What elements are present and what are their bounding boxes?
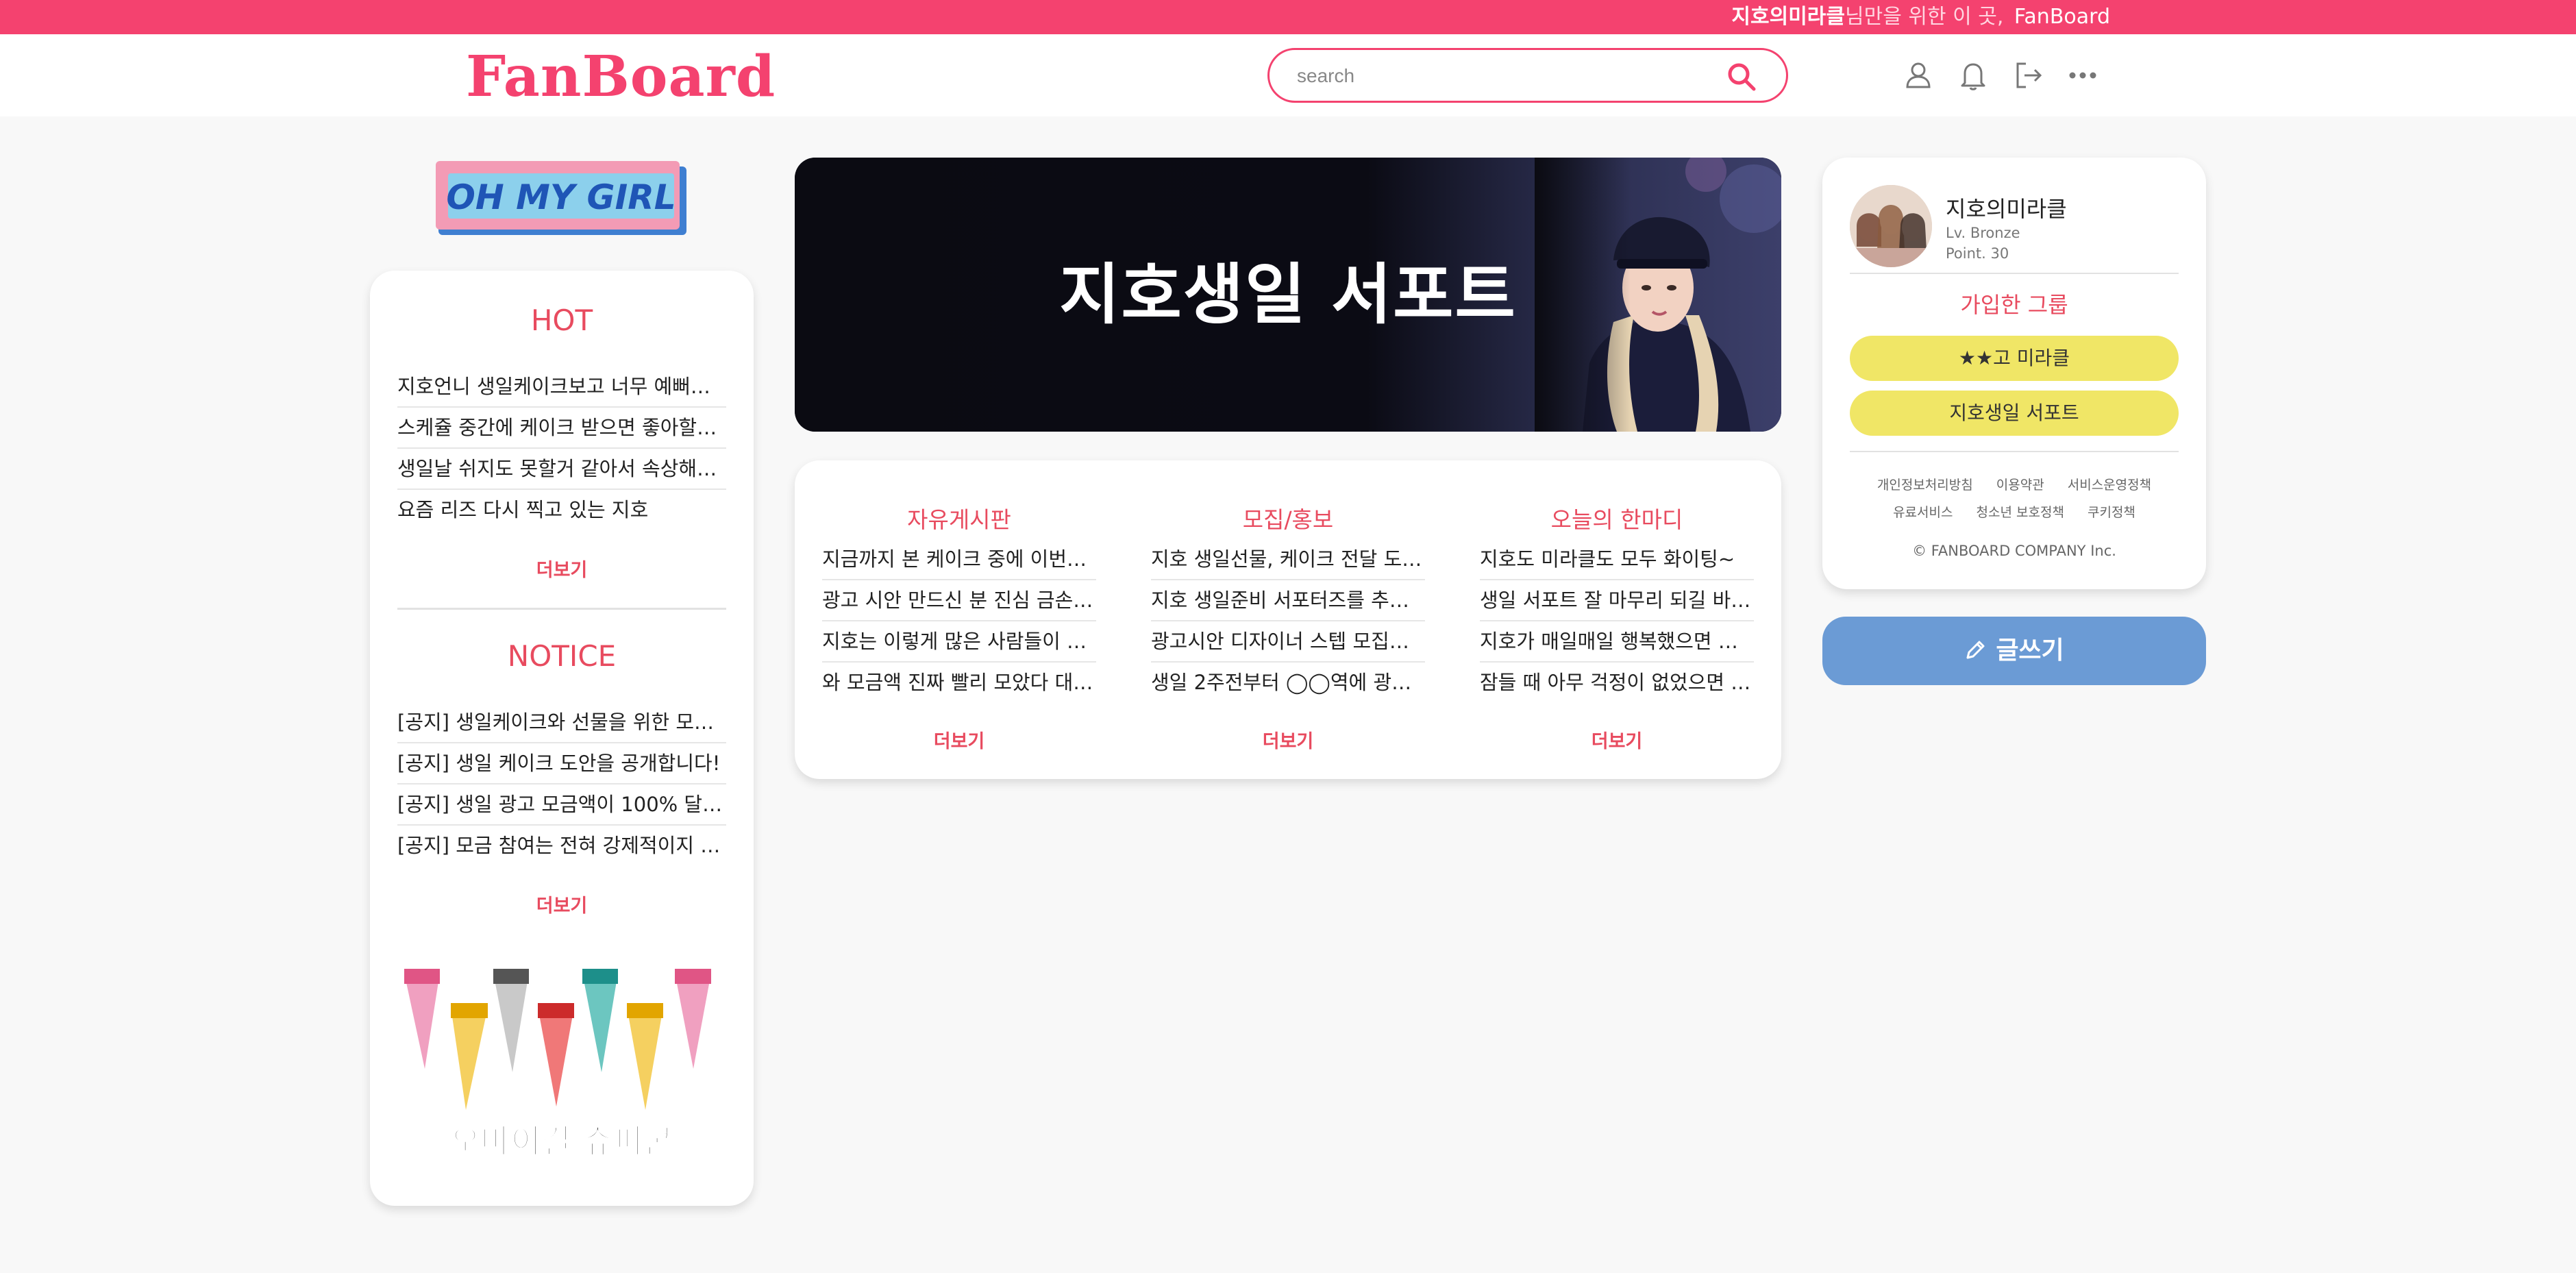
copyright: © FANBOARD COMPANY Inc.: [1912, 543, 2116, 559]
board-more-link[interactable]: 더보기: [1480, 726, 1754, 753]
main-banner[interactable]: 지호생일 서포트: [795, 158, 1781, 432]
group-logo[interactable]: OH MY GIRL: [436, 160, 689, 238]
profile-divider: [1850, 451, 2179, 452]
hot-item[interactable]: 지호언니 생일케이크보고 너무 예뻐서 놀랐어요: [397, 367, 726, 408]
footer-link-paid-service[interactable]: 유료서비스: [1893, 505, 1953, 520]
notice-item[interactable]: [공지] 생일케이크와 선물을 위한 모금을 진행합니다: [397, 702, 726, 743]
board-post-list: 지금까지 본 케이크 중에 이번이 최고예요 광고 시안 만드신 분 진심 금손…: [822, 539, 1096, 704]
welcome-message: 님만을 위한 이 곳,: [1845, 5, 2004, 29]
header: FanBoard: [0, 34, 2576, 116]
ad-image: 오마이걸 슈퍼콘: [397, 959, 726, 1178]
search-input[interactable]: [1297, 60, 1708, 92]
section-divider: [397, 608, 726, 610]
write-button-label: 글쓰기: [1996, 636, 2064, 665]
avatar-image: [1850, 185, 1932, 267]
footer-link-terms[interactable]: 이용약관: [1996, 478, 2044, 493]
hot-item[interactable]: 요즘 리즈 다시 찍고 있는 지호: [397, 490, 726, 531]
board-post-list: 지호도 미라클도 모두 화이팅~ 생일 서포트 잘 마무리 되길 바랍니다 지호…: [1480, 539, 1754, 704]
notice-item[interactable]: [공지] 생일 광고 모금액이 100% 달성되었습니다: [397, 784, 726, 826]
hot-more-link[interactable]: 더보기: [370, 555, 754, 582]
group-button-miracle[interactable]: ★★고 미라클: [1850, 336, 2179, 381]
profile-point: Point. 30: [1946, 245, 2009, 262]
footer-link-cookie-policy[interactable]: 쿠키정책: [2088, 505, 2135, 520]
board-post[interactable]: 지호는 이렇게 많은 사람들이 자기를 사랑하는 걸 알까요: [822, 621, 1096, 663]
top-banner-strip: 지호의미라클님만을 위한 이 곳, FanBoard: [0, 0, 2576, 34]
pencil-icon: [1966, 641, 1985, 659]
more-icon[interactable]: [2066, 58, 2100, 92]
bell-icon[interactable]: [1956, 58, 1990, 92]
footer-link-service-policy[interactable]: 서비스운영정책: [2068, 478, 2151, 493]
search-icon[interactable]: [1726, 61, 1757, 92]
avatar[interactable]: [1850, 185, 1932, 267]
footer-link-privacy[interactable]: 개인정보처리방침: [1877, 478, 1973, 493]
board-title[interactable]: 오늘의 한마디: [1480, 502, 1754, 534]
hot-list: 지호언니 생일케이크보고 너무 예뻐서 놀랐어요 스케쥴 중간에 케이크 받으면…: [397, 367, 726, 531]
board-post[interactable]: 생일 서포트 잘 마무리 되길 바랍니다: [1480, 580, 1754, 621]
boards-card: 자유게시판 지금까지 본 케이크 중에 이번이 최고예요 광고 시안 만드신 분…: [795, 460, 1781, 779]
board-post-list: 지호 생일선물, 케이크 전달 도와주실 분 지호 생일준비 서포터즈를 추가 …: [1151, 539, 1425, 704]
board-post[interactable]: 지호 생일준비 서포터즈를 추가 모집합니다: [1151, 580, 1425, 621]
board-post[interactable]: 광고 시안 만드신 분 진심 금손이세요: [822, 580, 1096, 621]
board-post[interactable]: 생일 2주전부터 ◯◯역에 광고가 걸립니다: [1151, 663, 1425, 704]
board-recruit: 모집/홍보 지호 생일선물, 케이크 전달 도와주실 분 지호 생일준비 서포터…: [1151, 460, 1425, 779]
search-bar: [1267, 48, 1788, 103]
board-more-link[interactable]: 더보기: [1151, 726, 1425, 753]
board-post[interactable]: 지호도 미라클도 모두 화이팅~: [1480, 539, 1754, 580]
board-free: 자유게시판 지금까지 본 케이크 중에 이번이 최고예요 광고 시안 만드신 분…: [822, 460, 1096, 779]
group-button-birthday-support[interactable]: 지호생일 서포트: [1850, 391, 2179, 436]
profile-name: 지호의미라클: [1946, 196, 2067, 222]
board-post[interactable]: 지호가 매일매일 행복했으면 좋겠어요: [1480, 621, 1754, 663]
group-logo-text: OH MY GIRL: [446, 177, 676, 217]
notice-item[interactable]: [공지] 모금 참여는 전혀 강제적이지 않습니다: [397, 826, 726, 867]
notice-title: NOTICE: [507, 639, 617, 673]
welcome-brand: FanBoard: [2014, 5, 2110, 29]
joined-groups-title: 가입한 그룹: [1960, 292, 2068, 318]
profile-level: Lv. Bronze: [1946, 225, 2020, 241]
logout-icon[interactable]: [2011, 58, 2045, 92]
board-post[interactable]: 와 모금액 진짜 빨리 모았다 대박이에요: [822, 663, 1096, 704]
profile-divider: [1850, 273, 2179, 274]
board-post[interactable]: 지금까지 본 케이크 중에 이번이 최고예요: [822, 539, 1096, 580]
welcome-nickname: 지호의미라클: [1731, 5, 1846, 29]
board-post[interactable]: 광고시안 디자이너 스텝 모집합니다: [1151, 621, 1425, 663]
ad-banner[interactable]: 오마이걸 슈퍼콘: [397, 959, 726, 1178]
write-button[interactable]: 글쓰기: [1822, 617, 2206, 685]
board-post[interactable]: 지호 생일선물, 케이크 전달 도와주실 분: [1151, 539, 1425, 580]
notice-item[interactable]: [공지] 생일 케이크 도안을 공개합니다!: [397, 743, 726, 784]
board-title[interactable]: 모집/홍보: [1151, 502, 1425, 534]
footer-link-youth-policy[interactable]: 청소년 보호정책: [1977, 505, 2064, 520]
hot-title: HOT: [530, 304, 593, 337]
ad-text: 오마이걸 슈퍼콘: [450, 1122, 673, 1161]
hot-item[interactable]: 스케쥴 중간에 케이크 받으면 좋아할까요?: [397, 408, 726, 449]
board-today: 오늘의 한마디 지호도 미라클도 모두 화이팅~ 생일 서포트 잘 마무리 되길…: [1480, 460, 1754, 779]
board-more-link[interactable]: 더보기: [822, 726, 1096, 753]
board-title[interactable]: 자유게시판: [822, 502, 1096, 534]
profile-card: 지호의미라클 Lv. Bronze Point. 30 가입한 그룹 ★★고 미…: [1822, 158, 2206, 589]
user-icon[interactable]: [1901, 58, 1935, 92]
site-logo[interactable]: FanBoard: [466, 44, 776, 110]
footer-links-row1: 개인정보처리방침 이용약관 서비스운영정책: [1850, 475, 2179, 493]
banner-title: 지호생일 서포트: [1059, 256, 1517, 333]
left-sidebar-card: HOT 지호언니 생일케이크보고 너무 예뻐서 놀랐어요 스케쥴 중간에 케이크…: [370, 271, 754, 1206]
footer-links-row2: 유료서비스 청소년 보호정책 쿠키정책: [1850, 502, 2179, 521]
notice-more-link[interactable]: 더보기: [370, 891, 754, 917]
notice-list: [공지] 생일케이크와 선물을 위한 모금을 진행합니다 [공지] 생일 케이크…: [397, 702, 726, 867]
welcome-text: 지호의미라클님만을 위한 이 곳, FanBoard: [1731, 0, 2110, 34]
board-post[interactable]: 잠들 때 아무 걱정이 없었으면 좋겠어요: [1480, 663, 1754, 704]
hot-item[interactable]: 생일날 쉬지도 못할거 같아서 속상해ㅠㅠ: [397, 449, 726, 490]
